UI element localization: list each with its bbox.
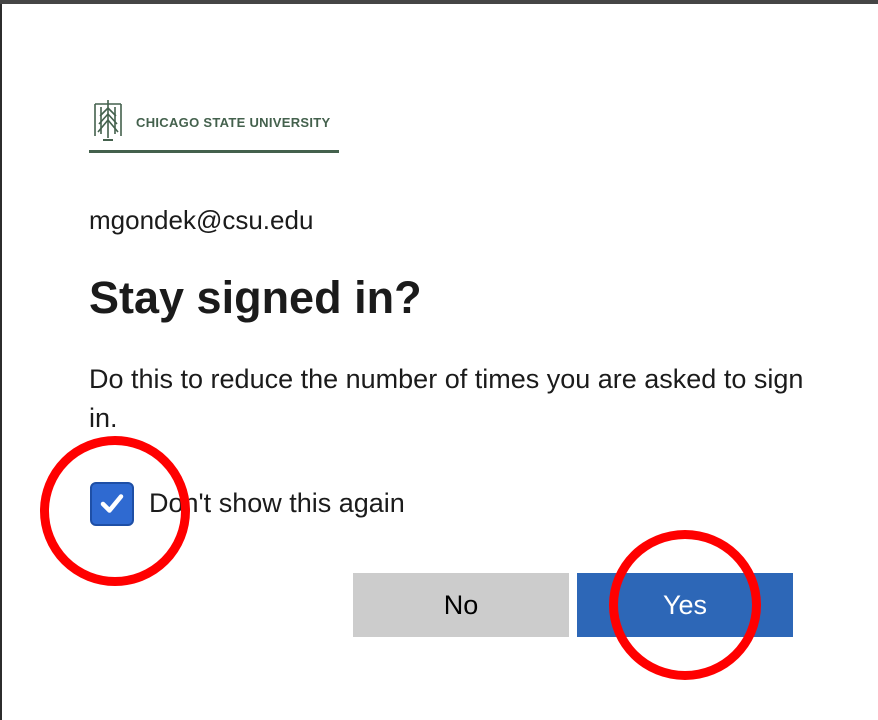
sign-in-dialog: CHICAGO STATE UNIVERSITY mgondek@csu.edu… (0, 0, 878, 720)
no-button[interactable]: No (353, 573, 569, 637)
dont-show-again-checkbox[interactable] (90, 482, 134, 526)
checkmark-icon (100, 494, 124, 513)
account-email: mgondek@csu.edu (89, 205, 314, 235)
yes-button[interactable]: Yes (577, 573, 793, 637)
checkbox-label[interactable]: Don't show this again (149, 488, 405, 519)
csu-tree-logo-icon (94, 100, 122, 141)
dialog-description: Do this to reduce the number of times yo… (89, 364, 804, 433)
window-left-edge (0, 4, 2, 720)
logo-underline (89, 150, 339, 153)
csu-logo: CHICAGO STATE UNIVERSITY (89, 98, 339, 154)
window-top-border (0, 0, 878, 4)
page-title: Stay signed in? (89, 272, 422, 323)
university-name: CHICAGO STATE UNIVERSITY (136, 115, 331, 130)
